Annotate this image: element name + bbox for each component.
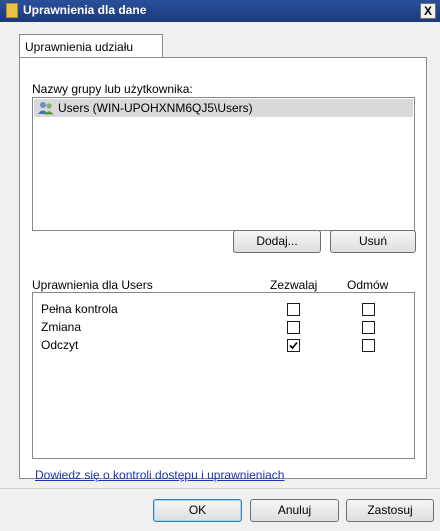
users-icon [38, 102, 54, 115]
allow-checkbox-change[interactable] [287, 321, 300, 334]
permission-name: Odczyt [41, 338, 79, 352]
allow-checkbox-read[interactable] [287, 339, 300, 352]
deny-checkbox-read[interactable] [362, 339, 375, 352]
deny-header: Odmów [347, 278, 389, 292]
permission-name: Zmiana [41, 320, 82, 334]
folder-icon [6, 3, 18, 18]
deny-checkbox-change[interactable] [362, 321, 375, 334]
permission-row-full-control: Pełna kontrola [34, 300, 413, 318]
title-bar: Uprawnienia dla dane X [0, 0, 440, 22]
cancel-button[interactable]: Anuluj [250, 499, 339, 522]
allow-checkbox-full-control[interactable] [287, 303, 300, 316]
tab-share-permissions[interactable]: Uprawnienia udziału [19, 34, 163, 58]
access-control-help-link[interactable]: Dowiedz się o kontroli dostępu i uprawni… [35, 468, 284, 482]
groups-listbox[interactable]: Users (WIN-UPOHXNM6QJ5\Users) [32, 97, 415, 231]
remove-button[interactable]: Usuń [330, 230, 416, 253]
deny-checkbox-full-control[interactable] [362, 303, 375, 316]
permissions-header: Uprawnienia dla Users [32, 278, 153, 292]
list-item[interactable]: Users (WIN-UPOHXNM6QJ5\Users) [34, 99, 413, 117]
checkmark-icon [289, 341, 298, 350]
apply-button[interactable]: Zastosuj [346, 499, 434, 522]
allow-header: Zezwalaj [270, 278, 318, 292]
list-item-label: Users (WIN-UPOHXNM6QJ5\Users) [58, 101, 253, 115]
permissions-list: Pełna kontrola Zmiana Odczyt [32, 292, 415, 459]
permission-row-read: Odczyt [34, 336, 413, 354]
permission-row-change: Zmiana [34, 318, 413, 336]
window-title: Uprawnienia dla dane [23, 3, 147, 17]
tab-label: Uprawnienia udziału [25, 40, 134, 54]
permission-name: Pełna kontrola [41, 302, 118, 316]
groups-label: Nazwy grupy lub użytkownika: [32, 82, 193, 96]
ok-button[interactable]: OK [153, 499, 242, 522]
close-button[interactable]: X [420, 3, 436, 19]
tab-panel: Nazwy grupy lub użytkownika: Users (WIN-… [19, 57, 427, 482]
footer-separator [0, 488, 440, 489]
add-button[interactable]: Dodaj... [233, 230, 321, 253]
